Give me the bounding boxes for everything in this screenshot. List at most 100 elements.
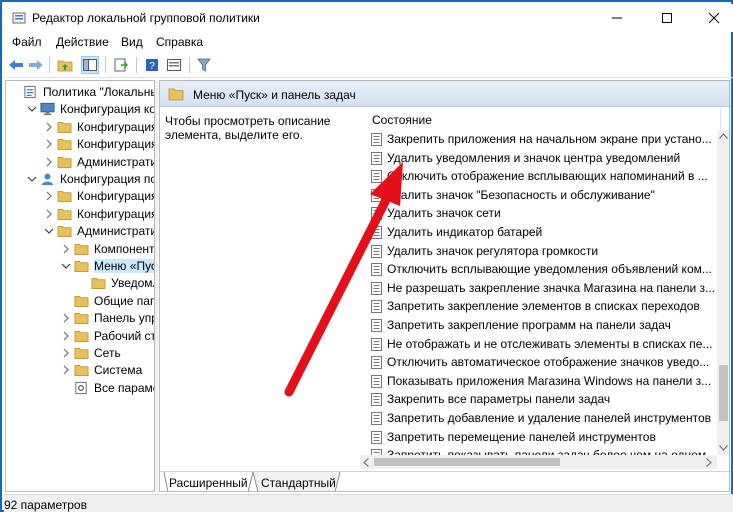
filter-button[interactable] (195, 56, 213, 74)
app-window: Редактор локальной групповой политики Фа… (0, 0, 733, 512)
menu-view[interactable]: Вид (121, 35, 143, 49)
policy-setting-icon (371, 207, 382, 221)
vertical-scroll-thumb[interactable] (719, 365, 728, 421)
computer-icon (40, 103, 55, 116)
folder-icon (74, 295, 89, 307)
policy-name: Закрепить все параметры панели задач (387, 392, 611, 407)
group-policy-app-icon (12, 12, 26, 24)
chevron-right-icon[interactable] (61, 330, 71, 342)
policy-name: Отключить всплывающие уведомления объявл… (387, 262, 712, 277)
maximize-icon (662, 13, 672, 23)
folder-icon (74, 347, 89, 359)
tree-item-label: Конфигурация W (77, 206, 155, 221)
filter-icon (197, 58, 211, 72)
chevron-right-icon[interactable] (61, 347, 71, 359)
tree-item-label: Конфигурация п (77, 119, 155, 134)
tab-extended[interactable]: Расширенный (169, 474, 248, 491)
scroll-down-icon[interactable] (719, 445, 728, 451)
policy-row[interactable]: Запретить добавление и удаление панелей … (360, 409, 717, 427)
chevron-right-icon[interactable] (44, 121, 54, 133)
folder-icon (74, 330, 89, 342)
policy-row[interactable]: Удалить значок "Безопасность и обслужива… (360, 186, 717, 204)
policy-row[interactable]: Отключить отображение всплывающих напоми… (360, 167, 717, 185)
policy-setting-icon (371, 133, 382, 146)
policy-row[interactable]: Не разрешать закрепление значка Магазина… (360, 279, 717, 297)
properties-button[interactable] (165, 56, 183, 74)
toolbar: ? (4, 52, 733, 78)
policy-name: Запретить закрепление программ на панели… (387, 318, 671, 332)
chevron-down-icon[interactable] (27, 173, 37, 185)
tab-standard[interactable]: Стандартный (261, 474, 336, 491)
policy-row[interactable]: Не отображать и не отслеживать элементы … (360, 335, 717, 353)
details-header: Меню «Пуск» и панель задач (160, 81, 729, 107)
policy-row[interactable]: Удалить уведомления и значок центра увед… (360, 149, 717, 167)
tree-item-label: Конфигурация п (77, 189, 155, 204)
policy-row[interactable]: Запретить закрепление программ на панели… (360, 316, 717, 334)
chevron-right-icon[interactable] (44, 208, 54, 220)
chevron-right-icon[interactable] (61, 243, 71, 255)
window-title: Редактор локальной групповой политики (32, 11, 260, 25)
policy-setting-icon (371, 281, 382, 295)
tree-item-label: Конфигурация комп (60, 102, 155, 117)
tree-item-label: Панель упра (94, 311, 154, 326)
policy-setting-icon (371, 170, 382, 184)
scroll-left-icon[interactable] (363, 458, 369, 467)
scroll-up-icon[interactable] (719, 133, 728, 139)
policy-setting-icon (371, 337, 382, 351)
policy-row[interactable]: Закрепить все параметры панели задач (360, 390, 717, 408)
status-bar: 92 параметров (4, 494, 733, 512)
policy-row[interactable]: Удалить индикатор батарей (360, 223, 717, 241)
tree-item-label: Рабочий сто (94, 328, 154, 343)
close-icon (708, 12, 720, 24)
menu-help[interactable]: Справка (156, 35, 203, 49)
policy-row[interactable]: Отключить всплывающие уведомления объявл… (360, 260, 717, 278)
title-bar: Редактор локальной групповой политики (4, 4, 733, 32)
show-hide-tree-button[interactable] (81, 56, 99, 74)
help-button[interactable]: ? (143, 56, 161, 74)
view-tabs: Расширенный Стандартный (160, 471, 729, 491)
policy-row[interactable]: Показывать приложения Магазина Windows н… (360, 372, 717, 390)
scroll-right-icon[interactable] (706, 458, 712, 467)
policy-setting-icon (371, 151, 382, 165)
pane-splitter[interactable] (155, 80, 158, 492)
maximize-button[interactable] (645, 6, 689, 30)
policy-setting-icon (371, 188, 382, 202)
policy-setting-icon (371, 319, 382, 332)
back-button[interactable] (7, 56, 25, 74)
policy-row[interactable]: Удалить значок регулятора громкости (360, 242, 717, 260)
column-header-state[interactable]: Состояние (372, 113, 432, 127)
up-folder-button[interactable] (56, 56, 74, 74)
menu-file[interactable]: Файл (12, 35, 42, 49)
export-list-button[interactable] (112, 56, 130, 74)
chevron-right-icon[interactable] (61, 312, 71, 324)
minimize-icon (612, 17, 622, 19)
vertical-scrollbar[interactable] (717, 130, 729, 455)
close-button[interactable] (692, 6, 733, 30)
chevron-right-icon[interactable] (61, 364, 71, 376)
menu-action[interactable]: Действие (56, 35, 109, 49)
policy-name: Удалить значок "Безопасность и обслужива… (387, 187, 655, 202)
chevron-right-icon[interactable] (44, 190, 54, 202)
chevron-down-icon[interactable] (27, 103, 37, 115)
policy-row[interactable]: Закрепить приложения на начальном экране… (360, 130, 717, 148)
tree-item-label: Политика "Локальный (43, 85, 155, 99)
policy-setting-icon (371, 226, 382, 239)
chevron-right-icon[interactable] (44, 138, 54, 150)
folder-icon (57, 226, 72, 238)
horizontal-scrollbar[interactable] (360, 455, 717, 469)
folder-icon (91, 278, 106, 290)
policy-row[interactable]: Запретить закрепление элементов в списка… (360, 297, 717, 315)
horizontal-scroll-thumb[interactable] (374, 458, 560, 466)
policy-row[interactable]: Удалить значок сети (360, 204, 717, 222)
chevron-right-icon[interactable] (44, 156, 54, 168)
forward-button[interactable] (27, 56, 45, 74)
policy-name: Запретить перемещение панелей инструмент… (387, 429, 656, 444)
policy-row[interactable]: Запретить показывать панели задач более … (360, 446, 717, 455)
chevron-down-icon[interactable] (61, 260, 71, 272)
policy-row[interactable]: Запретить перемещение панелей инструмент… (360, 428, 717, 446)
policy-setting-icon (371, 374, 382, 388)
policy-row[interactable]: Отключить автоматическое отображение зна… (360, 353, 717, 371)
properties-icon (167, 59, 181, 71)
chevron-down-icon[interactable] (44, 225, 54, 237)
minimize-button[interactable] (595, 6, 639, 30)
